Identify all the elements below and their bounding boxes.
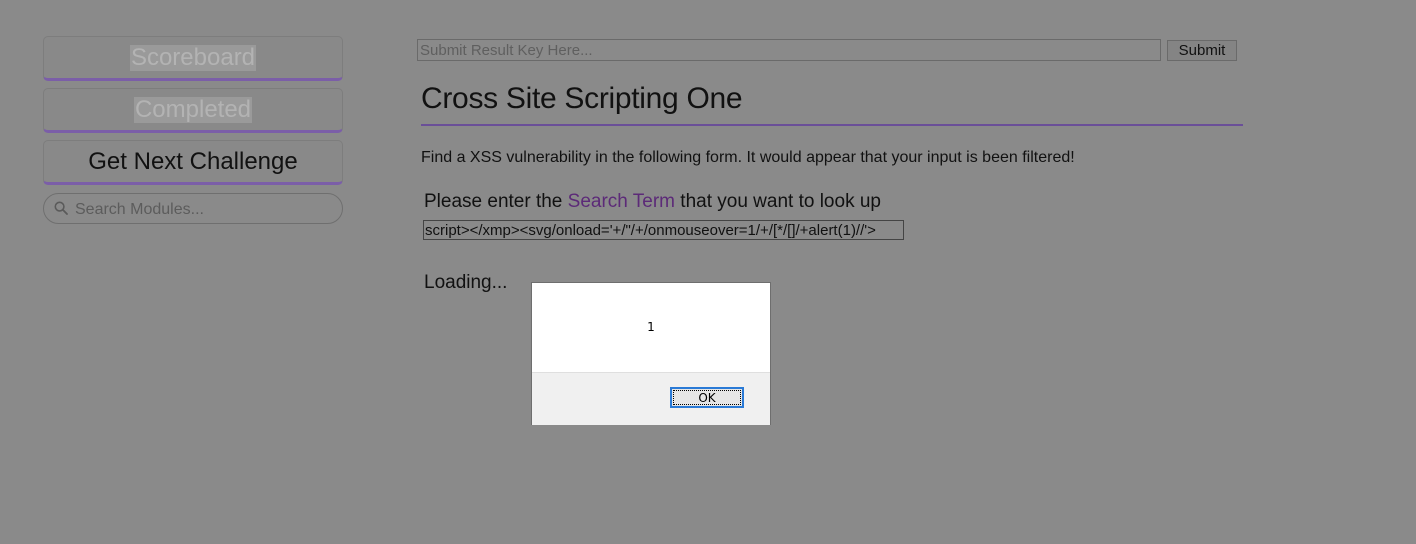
alert-message-area: 1 — [532, 283, 770, 372]
prompt-highlight: Search Term — [567, 191, 676, 212]
sidebar: Scoreboard Completed Get Next Challenge — [43, 36, 343, 224]
result-key-input[interactable] — [417, 39, 1161, 61]
loading-text: Loading... — [424, 272, 508, 293]
completed-label: Completed — [133, 95, 253, 123]
alert-footer: OK — [532, 372, 770, 425]
challenge-description: Find a XSS vulnerability in the followin… — [421, 149, 1075, 166]
title-divider — [421, 124, 1243, 126]
alert-message: 1 — [647, 320, 655, 334]
scoreboard-button[interactable]: Scoreboard — [43, 36, 343, 81]
magnifier-icon — [54, 201, 68, 215]
alert-dialog: 1 OK — [531, 282, 771, 425]
get-next-challenge-label: Get Next Challenge — [88, 147, 298, 175]
search-modules-box — [43, 193, 343, 224]
get-next-challenge-button[interactable]: Get Next Challenge — [43, 140, 343, 185]
search-term-prompt: Please enter the Search Term that you wa… — [424, 191, 881, 213]
page-title: Cross Site Scripting One — [421, 82, 743, 115]
prompt-text-after: that you want to look up — [675, 191, 881, 212]
search-modules-input[interactable] — [73, 198, 337, 222]
scoreboard-label: Scoreboard — [129, 43, 257, 71]
alert-ok-button[interactable]: OK — [670, 387, 744, 408]
completed-button[interactable]: Completed — [43, 88, 343, 133]
search-term-input[interactable] — [423, 220, 904, 240]
submit-result-button[interactable]: Submit — [1167, 40, 1237, 61]
prompt-text-before: Please enter the — [424, 191, 568, 212]
